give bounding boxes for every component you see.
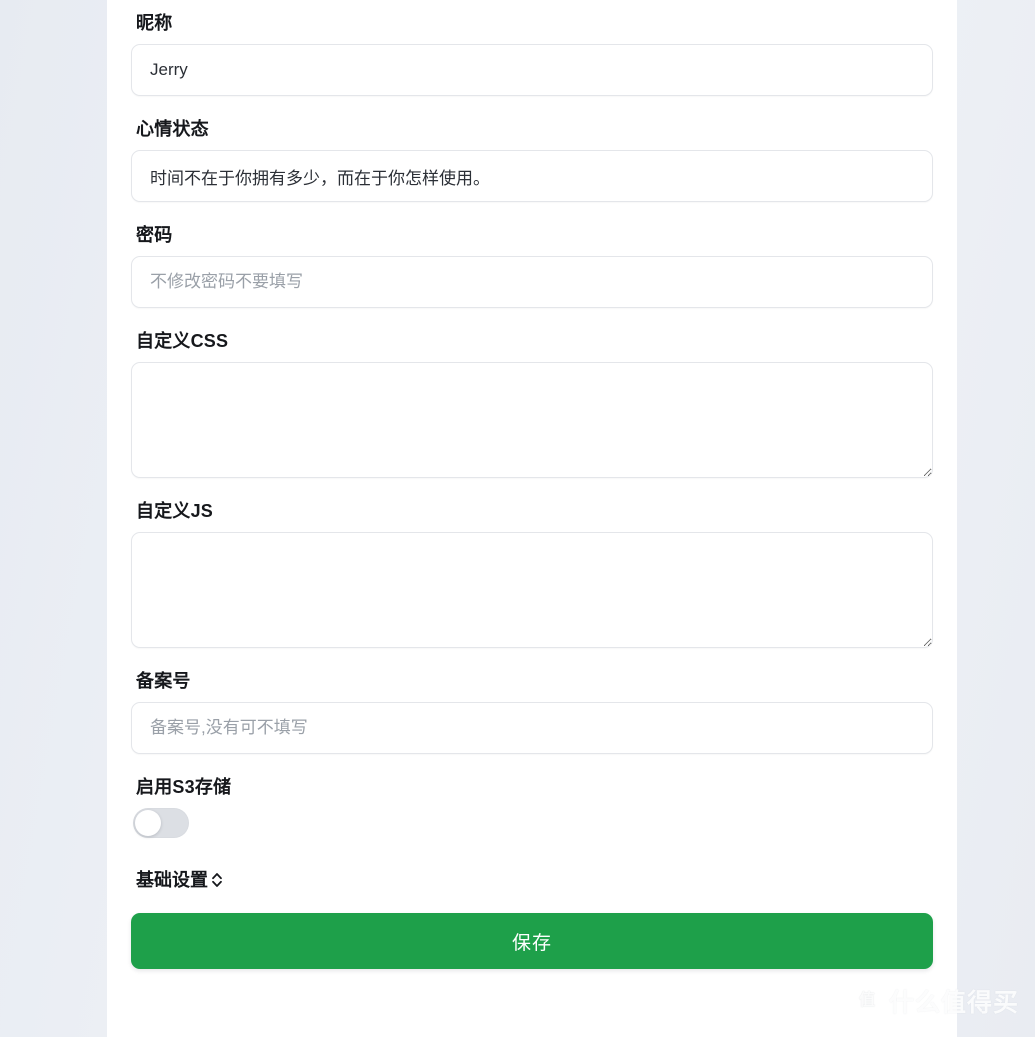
save-button[interactable]: 保存 (131, 913, 933, 969)
label-mood: 心情状态 (136, 119, 209, 139)
settings-form: 昵称 心情状态 密码 自定义CSS 自定义JS (131, 0, 933, 969)
nickname-input[interactable] (131, 44, 933, 96)
password-input[interactable] (131, 256, 933, 308)
label-icp-number: 备案号 (136, 671, 191, 691)
label-nickname: 昵称 (136, 13, 173, 33)
field-s3-storage: 启用S3存储 (131, 776, 933, 843)
chevron-up-down-icon (210, 870, 224, 890)
field-mood: 心情状态 (131, 118, 933, 202)
page-background: 昵称 心情状态 密码 自定义CSS 自定义JS (0, 0, 1035, 1037)
field-custom-js: 自定义JS (131, 500, 933, 648)
mood-input[interactable] (131, 150, 933, 202)
field-custom-css: 自定义CSS (131, 330, 933, 478)
label-custom-js: 自定义JS (136, 501, 214, 521)
custom-js-textarea[interactable] (131, 532, 933, 648)
s3-storage-toggle[interactable] (133, 808, 189, 838)
field-password: 密码 (131, 224, 933, 308)
basic-settings-label: 基础设置 (136, 870, 208, 890)
field-icp-number: 备案号 (131, 670, 933, 754)
field-nickname: 昵称 (131, 12, 933, 96)
settings-card: 昵称 心情状态 密码 自定义CSS 自定义JS (107, 0, 957, 1037)
toggle-knob (135, 810, 161, 836)
basic-settings-section-toggle[interactable]: 基础设置 (136, 869, 224, 891)
custom-css-textarea[interactable] (131, 362, 933, 478)
label-password: 密码 (136, 225, 173, 245)
label-custom-css: 自定义CSS (136, 331, 229, 351)
icp-number-input[interactable] (131, 702, 933, 754)
label-s3-storage: 启用S3存储 (136, 777, 232, 797)
s3-toggle-wrap (133, 808, 933, 843)
